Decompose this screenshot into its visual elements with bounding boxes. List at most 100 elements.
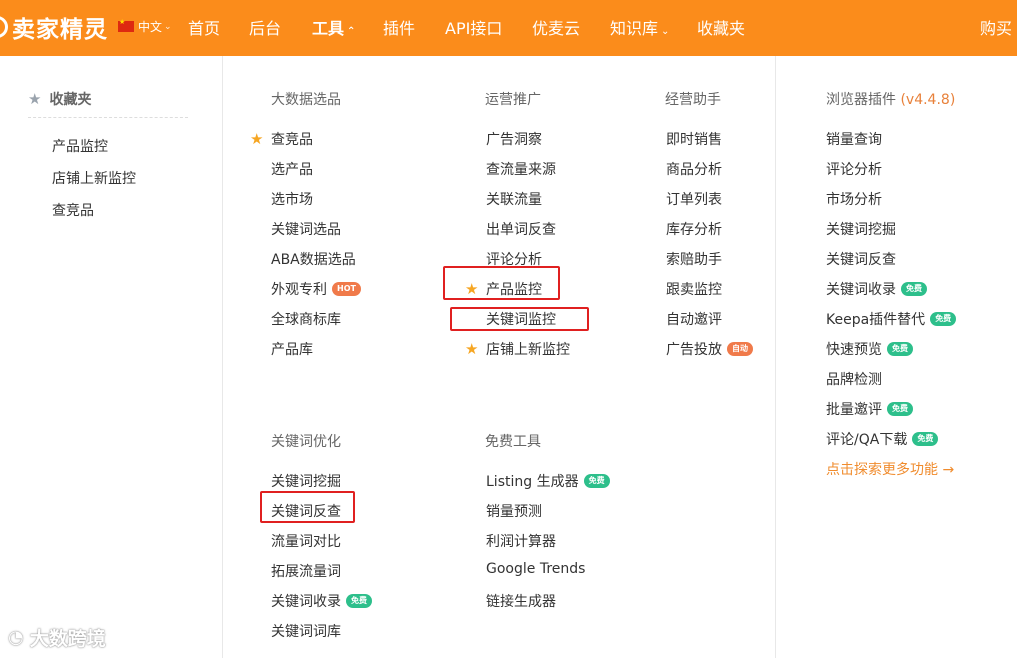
logo-mark-icon bbox=[0, 16, 8, 38]
menu-item-product-analysis[interactable]: 商品分析 bbox=[666, 159, 722, 179]
menu-item-label: 广告投放 bbox=[666, 342, 722, 358]
plugin-item-keyword-indexing[interactable]: 关键词收录 免费 bbox=[826, 279, 927, 299]
free-badge: 免费 bbox=[583, 474, 610, 488]
plugin-item-keepa-alternative[interactable]: Keepa插件替代 免费 bbox=[826, 309, 957, 329]
column-title-free-tools: 免费工具 bbox=[485, 434, 541, 450]
menu-item-order-list[interactable]: 订单列表 bbox=[666, 189, 722, 209]
nav-api[interactable]: API接口 bbox=[445, 15, 502, 39]
menu-item-label: 关键词收录 bbox=[826, 282, 896, 298]
nav-favorites[interactable]: 收藏夹 bbox=[697, 15, 745, 39]
menu-item-listing-generator[interactable]: Listing 生成器 免费 bbox=[486, 471, 610, 491]
menu-item-aba-select[interactable]: ABA数据选品 bbox=[271, 249, 356, 269]
menu-item-hijack-monitor[interactable]: 跟卖监控 bbox=[666, 279, 722, 299]
menu-item-label: 评论/QA下载 bbox=[826, 432, 908, 448]
menu-item-label: 店铺上新监控 bbox=[486, 342, 570, 358]
menu-item-label: Listing 生成器 bbox=[486, 474, 579, 490]
free-badge: 免费 bbox=[887, 402, 913, 416]
star-icon: ★ bbox=[28, 90, 42, 108]
chevron-down-icon: ⌄ bbox=[661, 26, 670, 37]
menu-item-link-generator[interactable]: 链接生成器 bbox=[486, 591, 556, 611]
highlight-box-keyword-reverse bbox=[260, 491, 355, 523]
menu-item-traffic-keyword-compare[interactable]: 流量词对比 bbox=[271, 531, 341, 551]
menu-item-label: 外观专利 bbox=[271, 282, 327, 298]
plugin-title: 浏览器插件 bbox=[826, 92, 896, 108]
menu-item-profit-calculator[interactable]: 利润计算器 bbox=[486, 531, 556, 551]
nav-tools-label: 工具 bbox=[312, 19, 345, 38]
explore-more-link[interactable]: 点击探索更多功能 → bbox=[826, 459, 954, 479]
menu-item-traffic-source[interactable]: 查流量来源 bbox=[486, 159, 556, 179]
menu-item-product-library[interactable]: 产品库 bbox=[271, 339, 313, 359]
menu-item-google-trends[interactable]: Google Trends bbox=[486, 561, 585, 577]
plugin-item-review-analysis[interactable]: 评论分析 bbox=[826, 159, 882, 179]
column-title-keyword-optimization: 关键词优化 bbox=[271, 434, 341, 450]
top-navigation-bar: 卖家精灵 中文 ⌄ 首页 后台 工具⌃ 插件 API接口 优麦云 知识库⌄ 收藏… bbox=[0, 0, 1017, 56]
watermark-logo-icon: ◔ bbox=[8, 627, 24, 648]
plugin-item-sales-query[interactable]: 销量查询 bbox=[826, 129, 882, 149]
menu-item-ad-insight[interactable]: 广告洞察 bbox=[486, 129, 542, 149]
nav-knowledge[interactable]: 知识库 ⌄ bbox=[610, 15, 669, 39]
menu-item-competitor-search[interactable]: ★ 查竞品 bbox=[250, 129, 313, 149]
plugin-item-bulk-review-request[interactable]: 批量邀评 免费 bbox=[826, 399, 913, 419]
plugin-item-brand-check[interactable]: 品牌检测 bbox=[826, 369, 882, 389]
language-selector[interactable]: 中文 ⌄ bbox=[118, 18, 172, 35]
menu-item-select-product[interactable]: 选产品 bbox=[271, 159, 313, 179]
plugin-item-quick-preview[interactable]: 快速预览 免费 bbox=[826, 339, 913, 359]
nav-knowledge-label: 知识库 bbox=[610, 19, 659, 38]
favorite-item-competitor-search[interactable]: 查竞品 bbox=[52, 200, 94, 220]
language-label: 中文 bbox=[138, 20, 163, 34]
menu-item-expand-traffic-keyword[interactable]: 拓展流量词 bbox=[271, 561, 341, 581]
menu-item-instant-sales[interactable]: 即时销售 bbox=[666, 129, 722, 149]
nav-backend[interactable]: 后台 bbox=[249, 15, 281, 39]
menu-item-store-new-monitor[interactable]: ★ 店铺上新监控 bbox=[465, 339, 570, 359]
plugin-item-market-analysis[interactable]: 市场分析 bbox=[826, 189, 882, 209]
nav-home[interactable]: 首页 bbox=[188, 15, 220, 39]
menu-item-global-trademark[interactable]: 全球商标库 bbox=[271, 309, 341, 329]
nav-buy[interactable]: 购买 bbox=[980, 15, 1012, 39]
free-badge: 免费 bbox=[901, 282, 927, 296]
menu-item-related-traffic[interactable]: 关联流量 bbox=[486, 189, 542, 209]
menu-item-label: 关键词收录 bbox=[271, 594, 341, 610]
favorites-panel: ★ 收藏夹 产品监控 店铺上新监控 查竞品 bbox=[0, 56, 223, 658]
column-divider bbox=[775, 56, 776, 658]
free-badge: 免费 bbox=[912, 432, 939, 446]
plugin-item-keyword-mining[interactable]: 关键词挖掘 bbox=[826, 219, 896, 239]
logo[interactable]: 卖家精灵 bbox=[0, 9, 108, 45]
menu-item-claim-assistant[interactable]: 索赔助手 bbox=[666, 249, 722, 269]
menu-item-design-patent[interactable]: 外观专利 HOT bbox=[271, 279, 361, 299]
menu-item-auto-review-request[interactable]: 自动邀评 bbox=[666, 309, 722, 329]
menu-item-select-market[interactable]: 选市场 bbox=[271, 189, 313, 209]
chevron-down-icon: ⌄ bbox=[164, 21, 172, 32]
divider bbox=[28, 117, 188, 118]
hot-badge: HOT bbox=[332, 282, 361, 296]
plugin-item-keyword-reverse[interactable]: 关键词反查 bbox=[826, 249, 896, 269]
menu-item-sales-forecast[interactable]: 销量预测 bbox=[486, 501, 542, 521]
nav-youmaiyun[interactable]: 优麦云 bbox=[532, 15, 580, 39]
highlight-box-product-monitor bbox=[443, 266, 560, 300]
chevron-up-icon: ⌃ bbox=[347, 26, 356, 37]
nav-tools[interactable]: 工具 ⌃ bbox=[312, 15, 355, 39]
logo-text: 卖家精灵 bbox=[12, 17, 108, 43]
free-badge: 免费 bbox=[346, 594, 372, 608]
menu-item-keyword-indexing[interactable]: 关键词收录 免费 bbox=[271, 591, 372, 611]
nav-plugins[interactable]: 插件 bbox=[383, 15, 415, 39]
column-title-big-data: 大数据选品 bbox=[271, 92, 341, 108]
favorite-item-product-monitor[interactable]: 产品监控 bbox=[52, 136, 108, 156]
menu-item-keyword-mining[interactable]: 关键词挖掘 bbox=[271, 471, 341, 491]
menu-item-keyword-library[interactable]: 关键词词库 bbox=[271, 621, 341, 641]
favorite-item-store-new-monitor[interactable]: 店铺上新监控 bbox=[52, 168, 136, 188]
china-flag-icon bbox=[118, 18, 134, 32]
star-icon: ★ bbox=[250, 130, 264, 148]
menu-item-keyword-select[interactable]: 关键词选品 bbox=[271, 219, 341, 239]
highlight-box-keyword-monitor bbox=[450, 307, 589, 331]
menu-item-order-keyword-reverse[interactable]: 出单词反查 bbox=[486, 219, 556, 239]
plugin-version: (v4.4.8) bbox=[900, 92, 956, 108]
favorites-header: ★ 收藏夹 bbox=[28, 89, 91, 109]
column-title-browser-plugin: 浏览器插件 (v4.4.8) bbox=[826, 89, 955, 109]
menu-item-label: 快速预览 bbox=[826, 342, 882, 358]
watermark-text: 大数跨境 bbox=[29, 628, 106, 650]
menu-item-inventory-analysis[interactable]: 库存分析 bbox=[666, 219, 722, 239]
menu-item-ad-placement[interactable]: 广告投放 自动 bbox=[666, 339, 753, 359]
plugin-item-review-qa-download[interactable]: 评论/QA下载 免费 bbox=[826, 429, 939, 449]
column-title-operations: 运营推广 bbox=[485, 92, 541, 108]
menu-item-label: 批量邀评 bbox=[826, 402, 882, 418]
